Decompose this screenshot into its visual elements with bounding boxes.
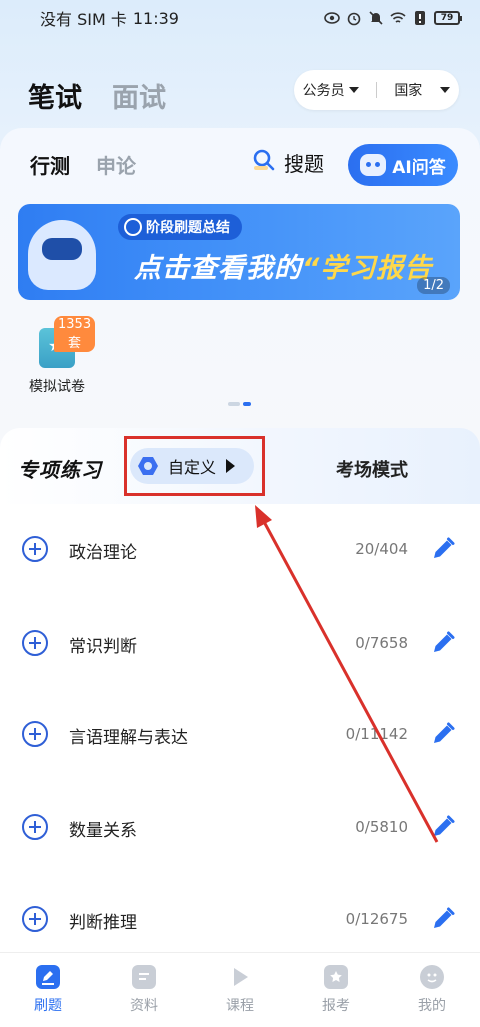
eye-icon <box>324 10 340 26</box>
nav-materials[interactable]: 资料 <box>96 953 192 1027</box>
list-item[interactable]: 政治理论 20/404 <box>0 522 480 614</box>
clock: 11:39 <box>132 8 179 28</box>
play-icon <box>228 965 252 989</box>
item-name: 常识判断 <box>69 637 137 657</box>
list-item[interactable]: 数量关系 0/5810 <box>0 800 480 892</box>
ai-qa-label: AI问答 <box>392 157 446 178</box>
search-icon <box>252 148 276 177</box>
robot-mascot-icon <box>28 220 96 290</box>
banner-headline-highlight: “学习报告 <box>302 253 433 284</box>
expand-plus-icon[interactable] <box>22 536 48 562</box>
category-value: 公务员 <box>302 83 345 99</box>
ai-qa-button[interactable]: AI问答 <box>348 144 458 186</box>
tab-essay[interactable]: 申论 <box>96 150 136 179</box>
list-item[interactable]: 判断推理 0/12675 <box>0 892 480 948</box>
promo-banner[interactable]: 阶段刷题总结 点击查看我的“学习报告 1/2 <box>18 204 460 300</box>
wifi-icon <box>390 10 406 26</box>
bookmark-icon <box>324 965 348 989</box>
chevron-down-icon <box>440 87 451 93</box>
status-bar: 没有 SIM 卡 11:39 79 <box>0 0 480 36</box>
annotation-box <box>124 436 265 496</box>
item-count: 0/7658 <box>355 634 408 652</box>
tab-interview[interactable]: 面试 <box>112 76 166 115</box>
expand-plus-icon[interactable] <box>22 721 48 747</box>
expand-plus-icon[interactable] <box>22 814 48 840</box>
document-icon <box>132 965 156 989</box>
chevron-down-icon <box>348 87 359 93</box>
edit-icon <box>36 965 60 989</box>
pencil-icon[interactable] <box>430 906 456 932</box>
nav-label: 课程 <box>226 998 254 1014</box>
pencil-icon[interactable] <box>430 536 456 562</box>
nav-label: 刷题 <box>34 998 62 1014</box>
carousel-dot-active <box>243 402 251 406</box>
pencil-icon[interactable] <box>430 721 456 747</box>
sub-tabs: 行测 申论 <box>30 150 136 179</box>
exam-mode-tab[interactable]: 考场模式 <box>336 456 408 482</box>
divider <box>375 82 377 98</box>
battery-icon: 79 <box>434 11 462 25</box>
item-count: 20/404 <box>355 540 408 558</box>
item-name: 数量关系 <box>69 821 137 841</box>
mock-paper-entry[interactable]: 1353套 模拟试卷 <box>22 316 96 396</box>
search-label: 搜题 <box>284 152 324 176</box>
region-dropdown[interactable]: 国家 <box>394 80 451 100</box>
nav-courses[interactable]: 课程 <box>192 953 288 1027</box>
item-count: 0/11142 <box>345 725 408 743</box>
item-name: 判断推理 <box>69 913 137 933</box>
category-dropdown[interactable]: 公务员 <box>303 80 359 100</box>
pencil-icon[interactable] <box>430 814 456 840</box>
alert-icon <box>412 10 428 26</box>
carousel-dot <box>228 402 240 406</box>
list-item[interactable]: 常识判断 0/7658 <box>0 616 480 708</box>
banner-page-indicator: 1/2 <box>417 277 450 294</box>
banner-headline: 点击查看我的“学习报告 <box>134 246 432 285</box>
practice-title: 专项练习 <box>18 458 102 482</box>
item-name: 政治理论 <box>69 543 137 563</box>
item-count: 0/12675 <box>345 910 408 928</box>
mock-count-badge: 1353套 <box>54 316 96 352</box>
nav-practice[interactable]: 刷题 <box>0 953 96 1027</box>
item-count: 0/5810 <box>355 818 408 836</box>
robot-icon <box>360 154 387 176</box>
banner-headline-text: 点击查看我的 <box>134 253 302 284</box>
expand-plus-icon[interactable] <box>22 906 48 932</box>
profile-icon <box>420 965 444 989</box>
banner-tag: 阶段刷题总结 <box>118 214 242 240</box>
nav-registration[interactable]: 报考 <box>288 953 384 1027</box>
search-button[interactable]: 搜题 <box>252 148 324 177</box>
status-icons: 79 <box>324 10 462 26</box>
carousel-dots <box>228 402 251 406</box>
tab-aptitude-test[interactable]: 行测 <box>30 150 70 179</box>
carrier-text: 没有 SIM 卡 <box>40 10 127 29</box>
exam-selector: 公务员 国家 <box>294 70 459 110</box>
nav-profile[interactable]: 我的 <box>384 953 480 1027</box>
list-item[interactable]: 言语理解与表达 0/11142 <box>0 707 480 799</box>
expand-plus-icon[interactable] <box>22 630 48 656</box>
mock-paper-label: 模拟试卷 <box>29 379 85 395</box>
nav-label: 资料 <box>130 998 158 1014</box>
alarm-icon <box>346 10 362 26</box>
nav-label: 报考 <box>322 998 350 1014</box>
item-name: 言语理解与表达 <box>69 728 188 748</box>
tab-written-exam[interactable]: 笔试 <box>28 76 82 115</box>
main-tabs: 笔试 面试 <box>28 76 166 115</box>
nav-label: 我的 <box>418 998 446 1014</box>
mute-icon <box>368 10 384 26</box>
bottom-navigation: 刷题 资料 课程 报考 我的 <box>0 952 480 1027</box>
region-value: 国家 <box>394 83 423 99</box>
pencil-icon[interactable] <box>430 630 456 656</box>
